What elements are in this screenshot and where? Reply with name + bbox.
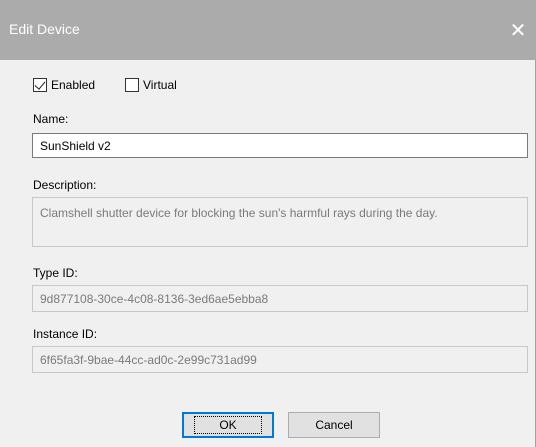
title-bar[interactable]: Edit Device ✕ [0, 0, 536, 60]
name-field[interactable]: SunShield v2 [32, 133, 528, 158]
cancel-button[interactable]: Cancel [288, 412, 380, 438]
ok-button[interactable]: OK [182, 412, 274, 438]
window-title: Edit Device [9, 21, 80, 37]
edit-device-dialog: Edit Device ✕ Enabled Virtual Name: SunS… [0, 0, 536, 447]
virtual-checkbox[interactable]: Virtual [125, 77, 177, 93]
description-field[interactable]: Clamshell shutter device for blocking th… [32, 197, 528, 247]
virtual-checkbox-box[interactable] [125, 78, 139, 92]
name-label: Name: [33, 112, 69, 126]
close-icon[interactable]: ✕ [500, 15, 536, 45]
instance-id-label: Instance ID: [33, 327, 98, 341]
ok-button-label: OK [194, 416, 262, 434]
enabled-checkbox-box[interactable] [33, 78, 47, 92]
enabled-checkbox[interactable]: Enabled [33, 77, 95, 93]
type-id-field[interactable]: 9d877108-30ce-4c08-8136-3ed6ae5ebba8 [32, 285, 528, 312]
type-id-label: Type ID: [33, 266, 78, 280]
description-label: Description: [33, 178, 97, 192]
virtual-label: Virtual [143, 78, 177, 92]
instance-id-field[interactable]: 6f65fa3f-9bae-44cc-ad0c-2e99c731ad99 [32, 346, 528, 373]
enabled-label: Enabled [51, 78, 96, 92]
